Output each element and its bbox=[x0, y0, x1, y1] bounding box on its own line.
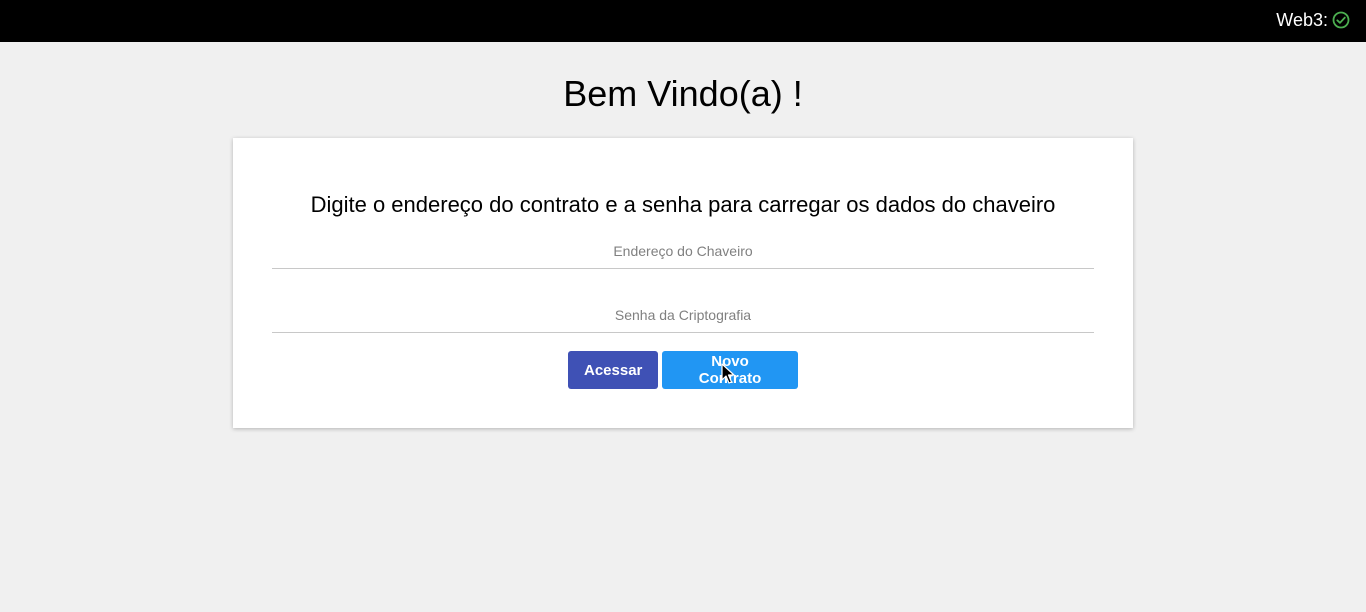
encryption-password-input[interactable] bbox=[272, 298, 1094, 333]
page-title: Bem Vindo(a) ! bbox=[563, 73, 803, 114]
top-bar: Web3: bbox=[0, 0, 1366, 42]
web3-status-label: Web3: bbox=[1276, 10, 1328, 30]
login-card: Digite o endereço do contrato e a senha … bbox=[233, 138, 1133, 428]
new-contract-button[interactable]: Novo Contrato bbox=[662, 351, 798, 389]
access-button[interactable]: Acessar bbox=[568, 351, 658, 389]
instructions-text: Digite o endereço do contrato e a senha … bbox=[310, 192, 1056, 217]
keychain-address-input[interactable] bbox=[272, 234, 1094, 269]
action-buttons: Acessar Novo Contrato bbox=[233, 351, 1133, 389]
check-circle-icon bbox=[1332, 11, 1350, 29]
web3-status: Web3: bbox=[1276, 9, 1350, 31]
